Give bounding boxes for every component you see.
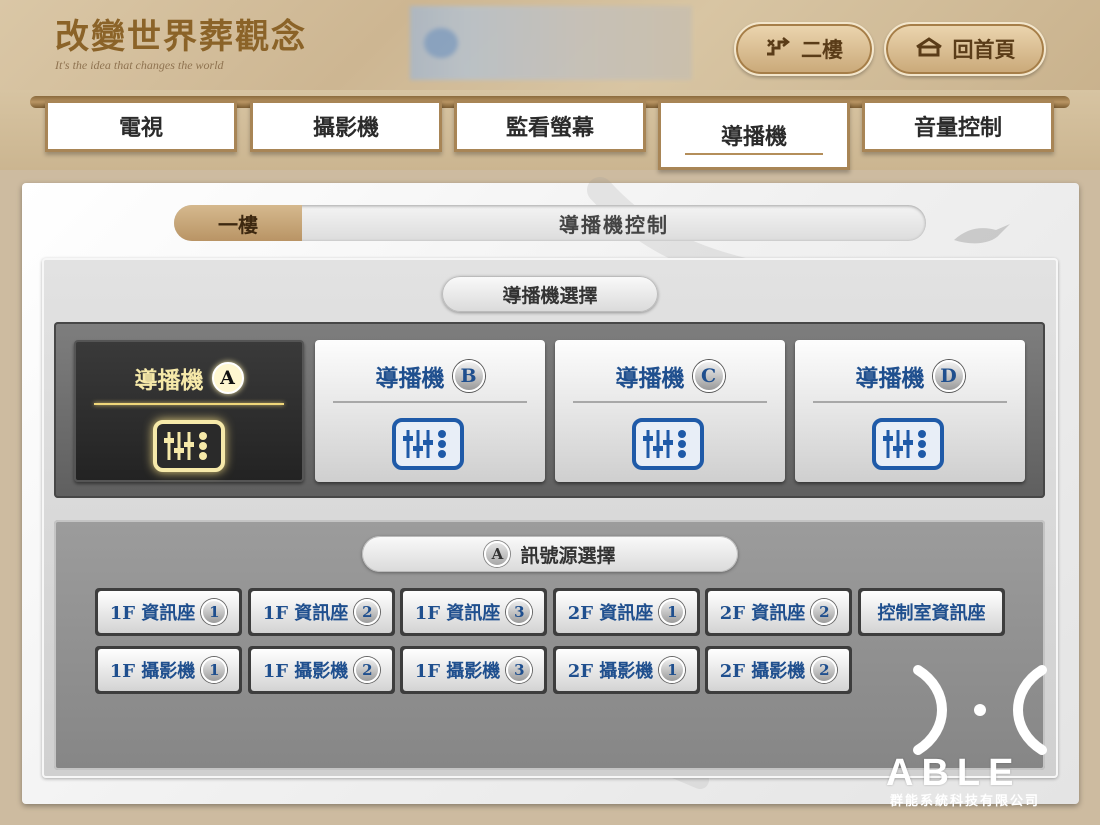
header: 改變世界葬觀念 It's the idea that changes the w… [0,0,1100,95]
active-tab-underline [685,153,823,155]
switcher-label: 導播機 [134,367,204,394]
switcher-d-button[interactable]: 導播機 D [795,340,1025,482]
tab-tv[interactable]: 電視 [45,100,237,152]
switcher-letter-badge: C [692,360,725,392]
source-number-badge: 1 [201,657,228,683]
switcher-label: 導播機 [615,365,685,392]
bird-watermark [954,224,1010,244]
blurred-banner [410,6,692,80]
tab-label: 電視 [118,115,163,141]
source-button[interactable]: 1F 資訊座 3 [400,588,547,636]
source-label: 控制室資訊座 [877,603,986,624]
current-floor-label: 一樓 [174,205,302,241]
tab-monitor[interactable]: 監看螢幕 [454,100,646,152]
mixer-icon [153,420,225,472]
source-label: 2F 攝影機 [719,661,806,682]
source-switcher-letter-badge: A [484,541,511,567]
source-label: 2F 攝影機 [567,661,654,682]
source-label: 2F 資訊座 [567,603,654,624]
switcher-a-button[interactable]: 導播機 A [74,340,304,482]
source-section-heading: A 訊號源選擇 [362,536,738,572]
source-label: 1F 攝影機 [109,661,196,682]
home-icon [915,36,943,62]
page-title: 導播機控制 [559,212,669,237]
tab-label: 監看螢幕 [505,115,594,141]
floor-2-button[interactable]: 二樓 [734,22,874,76]
source-button[interactable]: 1F 攝影機 3 [400,646,547,694]
switcher-b-button[interactable]: 導播機 B [315,340,545,482]
source-button[interactable]: 1F 資訊座 2 [248,588,395,636]
tab-label: 音量控制 [913,115,1002,141]
switcher-letter-badge: D [932,360,965,392]
source-label: 1F 資訊座 [262,603,349,624]
source-number-badge: 3 [506,599,533,625]
tab-label: 攝影機 [312,115,379,141]
source-label: 1F 攝影機 [262,661,349,682]
mixer-icon [392,418,464,470]
tab-switcher[interactable]: 導播機 [658,100,850,170]
logo-title: 改變世界葬觀念 [55,17,307,57]
page-title-bar: 一樓 導播機控制 [174,205,926,241]
source-button[interactable]: 1F 資訊座 1 [95,588,242,636]
tab-volume[interactable]: 音量控制 [862,100,1054,152]
logo: 改變世界葬觀念 It's the idea that changes the w… [55,18,307,73]
switcher-heading-text: 導播機選擇 [502,284,598,307]
source-number-badge: 2 [811,599,838,625]
source-button[interactable]: 控制室資訊座 [858,588,1005,636]
switcher-label: 導播機 [375,365,445,392]
switcher-section-heading: 導播機選擇 [442,276,658,312]
source-button[interactable]: 1F 攝影機 2 [248,646,395,694]
source-number-badge: 1 [659,657,686,683]
brand-company: 群能系統科技有限公司 [890,794,1041,809]
floor-switch-icon [765,36,791,63]
source-button[interactable]: 1F 攝影機 1 [95,646,242,694]
source-button[interactable]: 2F 資訊座 2 [705,588,852,636]
source-button[interactable]: 2F 攝影機 1 [553,646,700,694]
source-label: 1F 資訊座 [414,603,501,624]
floor-button-label: 二樓 [801,37,843,62]
source-number-badge: 2 [354,599,381,625]
source-label: 1F 攝影機 [414,661,501,682]
home-button[interactable]: 回首頁 [884,22,1046,76]
source-button[interactable]: 2F 資訊座 1 [553,588,700,636]
source-number-badge: 1 [201,599,228,625]
tab-label: 導播機 [720,124,787,150]
switcher-label: 導播機 [855,365,925,392]
home-button-label: 回首頁 [952,37,1016,62]
mixer-icon [872,418,944,470]
switcher-letter-badge: A [211,362,244,394]
source-label: 2F 資訊座 [719,603,806,624]
source-button[interactable]: 2F 攝影機 2 [705,646,852,694]
switcher-letter-badge: B [452,360,485,392]
source-heading-text: 訊號源選擇 [520,544,616,567]
mixer-icon [632,418,704,470]
source-number-badge: 1 [659,599,686,625]
logo-subtitle: It's the idea that changes the world [55,58,224,72]
source-number-badge: 2 [811,657,838,683]
source-label: 1F 資訊座 [109,603,196,624]
source-number-badge: 3 [506,657,533,683]
brand-name: ABLE [886,752,1022,794]
source-number-badge: 2 [354,657,381,683]
tab-camera[interactable]: 攝影機 [250,100,442,152]
switcher-c-button[interactable]: 導播機 C [555,340,785,482]
